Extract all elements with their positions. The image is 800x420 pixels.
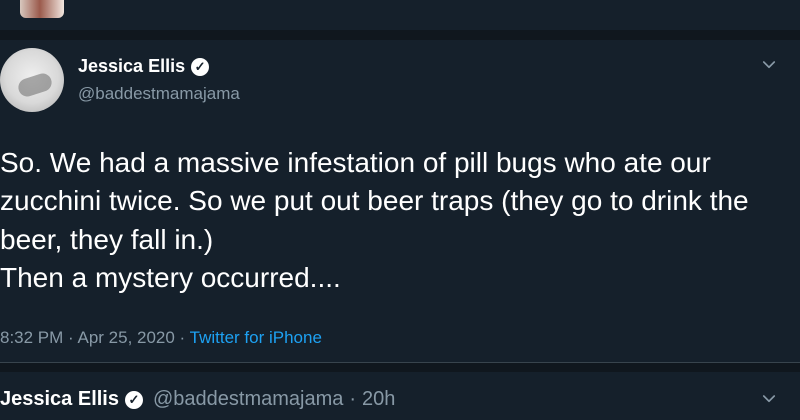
next-timestamp[interactable]: 20h: [362, 388, 395, 411]
chevron-down-icon[interactable]: [760, 390, 778, 408]
author-row: Jessica Ellis ✓: [78, 56, 210, 77]
chevron-down-icon[interactable]: [760, 56, 778, 74]
author-handle[interactable]: @baddestmamajama: [78, 84, 240, 104]
tweet-source-link[interactable]: Twitter for iPhone: [190, 328, 322, 347]
next-author-name[interactable]: Jessica Ellis: [0, 388, 119, 411]
next-author-handle[interactable]: @baddestmamajama: [153, 388, 343, 411]
next-separator: ·: [349, 388, 357, 410]
tweet-meta: 8:32 PM · Apr 25, 2020 · Twitter for iPh…: [0, 328, 322, 348]
verified-badge-icon: ✓: [191, 57, 210, 76]
verified-badge-icon: ✓: [124, 390, 143, 409]
separator: [0, 30, 800, 40]
next-tweet-header: Jessica Ellis ✓ @baddestmamajama · 20h: [0, 388, 395, 411]
previous-avatar[interactable]: [20, 0, 64, 18]
avatar-image-icon: [16, 71, 54, 99]
tweet-timestamp[interactable]: 8:32 PM · Apr 25, 2020 ·: [0, 328, 190, 347]
tweet-text: So. We had a massive infestation of pill…: [0, 147, 749, 294]
avatar[interactable]: [0, 48, 64, 112]
author-name[interactable]: Jessica Ellis: [78, 56, 185, 77]
